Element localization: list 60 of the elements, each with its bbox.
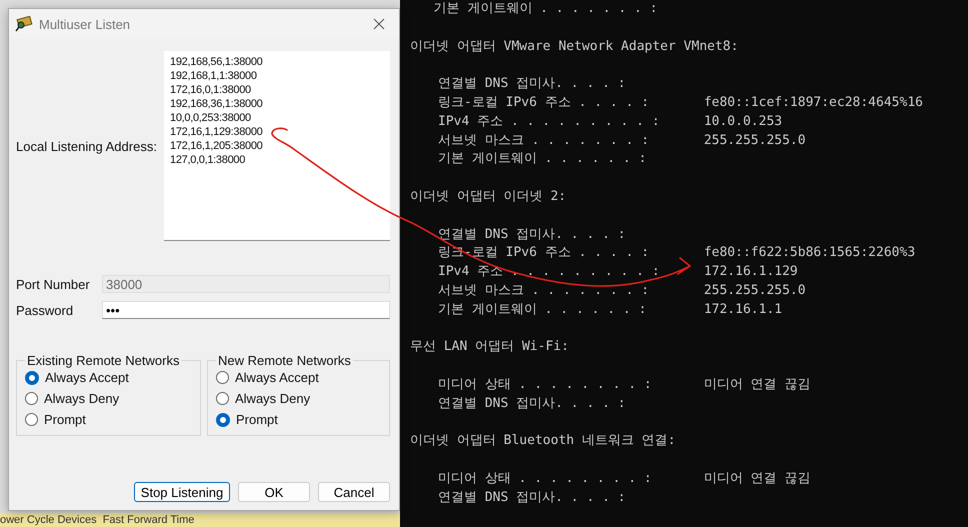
- radio-button[interactable]: [216, 392, 229, 405]
- address-item: 172,16,1,129:38000: [170, 125, 264, 139]
- address-item: 192,168,1,1:38000: [170, 69, 258, 83]
- radio-button[interactable]: [25, 413, 38, 426]
- radio-label: Prompt: [236, 412, 278, 427]
- terminal-value: 미디어 연결 끊김: [702, 470, 810, 488]
- terminal-line: 기본 게이트웨이 . . . . . . . :: [432, 0, 659, 18]
- terminal-line: 이더넷 어댑터 VMware Network Adapter VMnet8:: [410, 38, 740, 56]
- radio-button[interactable]: [216, 412, 230, 426]
- radio-label: Always Deny: [44, 391, 120, 406]
- group-title: New Remote Networks: [217, 353, 352, 368]
- group-title: Existing Remote Networks: [26, 353, 180, 368]
- address-list[interactable]: 192,168,56,1:38000 192,168,1,1:38000 172,16,0,1:38000 192,168,36,1:38000 10,0,0,253:38000 172,16,1,129:38000 172,16,1,205:38000 127,0,0,1:38000: [164, 51, 390, 241]
- radio-label: Prompt: [44, 412, 86, 427]
- terminal-label: IPv4 주소 . . . . . . . . . :: [438, 112, 661, 131]
- dialog-button[interactable]: Cancel: [318, 482, 390, 502]
- dialog-button[interactable]: Stop Listening: [134, 482, 230, 502]
- field-label: Password: [16, 302, 74, 318]
- terminal-label: 연결별 DNS 접미사. . . . :: [438, 226, 627, 244]
- radio-label: Always Accept: [45, 370, 129, 385]
- terminal-value: 172.16.1.1: [702, 300, 782, 319]
- close-icon: [373, 18, 385, 30]
- radio-button[interactable]: [25, 392, 38, 405]
- terminal-line: 이더넷 어댑터 Bluetooth 네트워크 연결:: [410, 432, 677, 450]
- radio-button[interactable]: [216, 371, 229, 384]
- address-item: 10,0,0,253:38000: [170, 111, 252, 125]
- radio-label: Always Accept: [235, 370, 319, 385]
- terminal-value: fe80::1cef:1897:ec28:4645%16: [702, 94, 923, 112]
- field-label: Port Number: [16, 276, 91, 292]
- password-field[interactable]: •••: [102, 301, 390, 319]
- terminal-value: fe80::f622:5b86:1565:2260%3: [702, 244, 916, 262]
- dialog-button[interactable]: OK: [238, 482, 310, 502]
- field-label: Local Listening Address:: [16, 138, 158, 154]
- address-item: 192,168,56,1:38000: [170, 55, 264, 69]
- terminal-label: 미디어 상태 . . . . . . . . :: [438, 470, 653, 488]
- terminal-line: 무선 LAN 어댑터 Wi-Fi:: [410, 338, 570, 356]
- address-item: 172,16,1,205:38000: [170, 139, 264, 153]
- terminal-label: 서브넷 마스크 . . . . . . . :: [438, 132, 650, 150]
- terminal-value: 255.255.255.0: [702, 282, 806, 300]
- package-icon: [15, 16, 33, 32]
- terminal-label: 미디어 상태 . . . . . . . . :: [438, 376, 653, 394]
- terminal-value: 10.0.0.253: [702, 112, 782, 131]
- terminal-label: 서브넷 마스크 . . . . . . . :: [438, 282, 650, 300]
- terminal-label: 연결별 DNS 접미사. . . . :: [438, 75, 627, 94]
- radio-button[interactable]: [25, 370, 39, 384]
- address-item: 127,0,0,1:38000: [170, 153, 246, 167]
- address-item: 192,168,36,1:38000: [170, 97, 264, 111]
- terminal-value: 255.255.255.0: [702, 132, 806, 150]
- terminal-label: 연결별 DNS 접미사. . . . :: [438, 488, 627, 507]
- status-bar: ower Cycle Devices Fast Forward Time: [0, 513, 400, 527]
- terminal-label: 링크-로컬 IPv6 주소 . . . . :: [438, 94, 650, 112]
- window-title: Multiuser Listen: [39, 16, 132, 32]
- terminal-line: 이더넷 어댑터 이더넷 2:: [410, 188, 568, 206]
- terminal-label: 연결별 DNS 접미사. . . . :: [438, 394, 627, 413]
- radio-label: Always Deny: [235, 391, 310, 406]
- terminal-value: 미디어 연결 끊김: [702, 376, 810, 394]
- terminal-label: 기본 게이트웨이 . . . . . . :: [438, 300, 648, 319]
- terminal-label: 기본 게이트웨이 . . . . . . :: [438, 150, 648, 168]
- terminal-value: 172.16.1.129: [702, 263, 798, 282]
- address-item: 172,16,0,1:38000: [170, 83, 252, 97]
